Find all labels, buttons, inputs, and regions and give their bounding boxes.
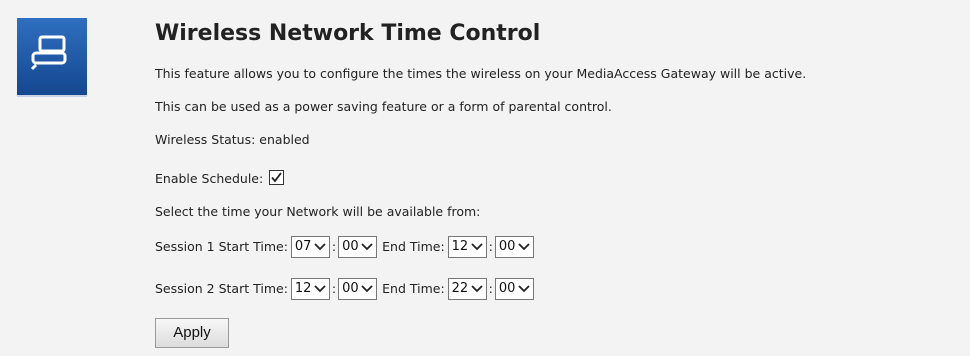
chevron-down-icon: [518, 242, 530, 250]
chevron-down-icon: [361, 242, 373, 250]
page-title: Wireless Network Time Control: [155, 21, 541, 46]
description-2: This can be used as a power saving featu…: [155, 99, 612, 114]
end-hour-select[interactable]: 22: [447, 278, 487, 300]
session-start-label: Session 2 Start Time:: [155, 280, 288, 296]
session-end-label: End Time:: [382, 280, 445, 296]
wireless-time-control-page: Wireless Network Time Control This featu…: [0, 0, 970, 356]
session-start-label: Session 1 Start Time:: [155, 238, 288, 254]
session-row: Session 2 Start Time: 12:00 End Time: 22:00: [155, 278, 534, 300]
start-minute-value: 00: [342, 239, 359, 254]
chevron-down-icon: [314, 242, 326, 250]
start-hour-value: 07: [294, 239, 312, 254]
session-end-label: End Time:: [382, 238, 445, 254]
start-minute-select[interactable]: 00: [338, 278, 378, 300]
apply-button[interactable]: Apply: [155, 318, 229, 348]
chevron-down-icon: [471, 284, 483, 292]
description-1: This feature allows you to configure the…: [155, 66, 807, 81]
chevron-down-icon: [518, 284, 530, 292]
end-hour-value: 22: [451, 281, 469, 296]
start-hour-value: 12: [294, 281, 312, 296]
enable-schedule-label: Enable Schedule:: [155, 171, 264, 186]
chevron-down-icon: [314, 284, 326, 292]
start-minute-select[interactable]: 00: [338, 236, 378, 258]
end-hour-value: 12: [451, 239, 469, 254]
start-hour-select[interactable]: 12: [290, 278, 330, 300]
enable-schedule-row: Enable Schedule:: [155, 170, 285, 186]
start-minute-value: 00: [342, 281, 359, 296]
chevron-down-icon: [471, 242, 483, 250]
section-logo-tile: [17, 18, 87, 97]
checkmark-icon: [271, 172, 282, 183]
wireless-status: Wireless Status: enabled: [155, 132, 310, 147]
session-row: Session 1 Start Time: 07:00 End Time: 12:00: [155, 236, 534, 258]
end-minute-value: 00: [498, 281, 516, 296]
start-hour-select[interactable]: 07: [290, 236, 330, 258]
chevron-down-icon: [361, 284, 373, 292]
end-hour-select[interactable]: 12: [447, 236, 487, 258]
end-minute-select[interactable]: 00: [494, 236, 534, 258]
select-time-text: Select the time your Network will be ava…: [155, 204, 481, 219]
main-content: Wireless Network Time Control This featu…: [155, 18, 955, 348]
end-minute-value: 00: [498, 239, 516, 254]
end-minute-select[interactable]: 00: [494, 278, 534, 300]
network-device-icon: [30, 35, 67, 71]
enable-schedule-checkbox[interactable]: [269, 170, 285, 185]
